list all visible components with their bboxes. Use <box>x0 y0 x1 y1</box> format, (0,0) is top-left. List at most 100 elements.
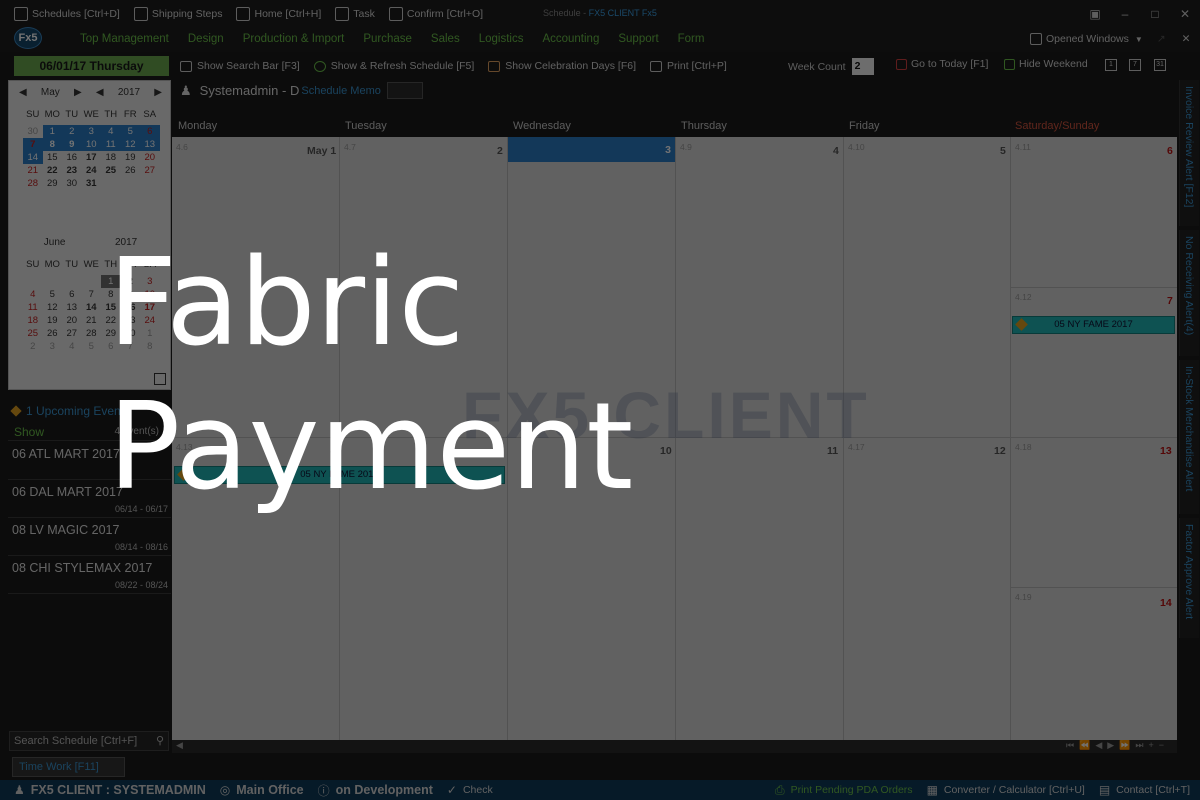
day-cell[interactable]: 13 <box>140 138 160 151</box>
day-cell[interactable]: 6 <box>101 340 121 353</box>
hide-weekend-button[interactable]: Hide Weekend <box>1004 58 1088 70</box>
show-events-link[interactable]: Show <box>14 425 44 439</box>
may-days[interactable]: 30 1 2 3 4 5 6 7 8 9 10 11 12 13 14 15 16 17 18 19 20 21 22… <box>23 125 160 190</box>
close-icon[interactable]: ✕ <box>1182 33 1191 45</box>
print-button[interactable]: Print [Ctrl+P] <box>650 60 727 72</box>
day-cell[interactable]: 20 <box>62 314 82 327</box>
day-cell[interactable]: 4 <box>101 125 121 138</box>
day-cell[interactable]: 19 <box>43 314 63 327</box>
menu-form[interactable]: Form <box>678 33 705 45</box>
menu-top-management[interactable]: Top Management <box>80 33 169 45</box>
refresh-schedule-button[interactable]: Show & Refresh Schedule [F5] <box>313 60 474 72</box>
day-cell[interactable]: 10 <box>81 138 101 151</box>
event-item[interactable]: 08 CHI STYLEMAX 2017 08/22 - 08/24 <box>8 556 171 594</box>
day-cell[interactable]: 18 <box>23 314 43 327</box>
day-cell[interactable]: 30 <box>121 327 141 340</box>
event-item[interactable]: 06 DAL MART 2017 06/14 - 06/17 <box>8 480 171 518</box>
day-cell[interactable]: 8 <box>101 288 121 301</box>
day-cell[interactable]: 23 <box>121 314 141 327</box>
status-dev[interactable]: ⓘ on Development <box>318 782 433 799</box>
expand-icon[interactable] <box>154 373 166 385</box>
day-cell[interactable]: 22 <box>101 314 121 327</box>
schedule-memo-link[interactable]: Schedule Memo <box>301 85 381 97</box>
day-cell[interactable]: 26 <box>121 164 141 177</box>
day-cell[interactable]: 7 <box>121 340 141 353</box>
day-cell[interactable]: 7 <box>82 288 102 301</box>
tab-factor-approve-alert[interactable]: Factor Approve Alert <box>1179 518 1199 638</box>
mini-calendar[interactable]: ◀ May ▶ ◀ 2017 ▶ SU MO TU WE TH FR SA 30 1 2 3 4 5 6… <box>8 80 171 390</box>
day-cell[interactable]: 24 <box>140 314 160 327</box>
opened-windows-dropdown[interactable]: Opened Windows ▼ ↗ ✕ <box>1030 33 1190 45</box>
day-cell[interactable]: 2 <box>23 340 43 353</box>
day-cell[interactable]: 1 <box>101 275 121 288</box>
day-cell[interactable]: 30 <box>23 125 43 138</box>
tab-in-stock-merchandise-alert[interactable]: In-Stock Merchandise Alert <box>1179 360 1199 514</box>
day-cell[interactable]: 6 <box>62 288 82 301</box>
popout-icon[interactable]: ↗ <box>1157 33 1166 45</box>
day-cell[interactable]: 16 <box>121 301 141 314</box>
next-month-icon[interactable]: ▶ <box>74 87 82 98</box>
search-schedule-input[interactable]: Search Schedule [Ctrl+F] ⚲ <box>9 731 169 751</box>
check-button[interactable]: ✓ Check <box>447 783 493 797</box>
day-cell[interactable]: 1 <box>140 327 160 340</box>
day-cell[interactable]: 11 <box>101 138 121 151</box>
time-work-button[interactable]: Time Work [F11] <box>12 757 125 777</box>
event-item[interactable]: 08 LV MAGIC 2017 08/14 - 08/16 <box>8 518 171 556</box>
day-cell[interactable]: 21 <box>23 164 43 177</box>
day-cell[interactable]: 2 <box>121 275 141 288</box>
current-date-banner[interactable]: 06/01/17 Thursday <box>14 56 169 76</box>
calendar-event-bar[interactable]: 05 NY FAME 2017 <box>1012 316 1175 334</box>
record-navigator[interactable]: ⏮⏪◀▶⏩⏭+− <box>1066 740 1169 751</box>
day-cell[interactable]: 4 <box>62 340 82 353</box>
day-cell[interactable]: 21 <box>82 314 102 327</box>
menu-purchase[interactable]: Purchase <box>363 33 412 45</box>
day-cell[interactable]: 15 <box>101 301 121 314</box>
day-cell[interactable]: 16 <box>62 151 82 164</box>
converter-button[interactable]: ▦ Converter / Calculator [Ctrl+U] <box>927 783 1085 797</box>
day-cell[interactable]: 23 <box>62 164 82 177</box>
day-cell[interactable]: 8 <box>42 138 62 151</box>
month-view-icon[interactable]: 31 <box>1154 59 1166 71</box>
day-cell[interactable]: 26 <box>43 327 63 340</box>
celebration-days-button[interactable]: Show Celebration Days [F6] <box>488 60 636 72</box>
search-icon[interactable]: ⚲ <box>156 732 164 750</box>
scroll-left-icon[interactable]: ◀ <box>176 740 183 751</box>
day-cell[interactable]: 10 <box>140 288 160 301</box>
day-cell[interactable]: 25 <box>23 327 43 340</box>
status-office[interactable]: ◎ Main Office <box>220 783 304 797</box>
day-cell[interactable]: 9 <box>121 288 141 301</box>
go-to-today-button[interactable]: Go to Today [F1] <box>896 58 988 70</box>
calendar-event-bar[interactable]: 05 NY FAME 2017 <box>174 466 505 484</box>
day-cell[interactable]: 5 <box>82 340 102 353</box>
menu-accounting[interactable]: Accounting <box>542 33 599 45</box>
day-cell[interactable]: 6 <box>140 125 160 138</box>
day-cell[interactable]: 1 <box>42 125 62 138</box>
day-cell[interactable]: 30 <box>62 177 82 190</box>
selected-day-cell[interactable]: 3 <box>508 137 675 162</box>
day-cell[interactable]: 19 <box>121 151 141 164</box>
day-cell[interactable]: 15 <box>43 151 63 164</box>
day-cell[interactable]: 12 <box>120 138 140 151</box>
day-cell[interactable]: 14 <box>23 151 43 164</box>
menu-design[interactable]: Design <box>188 33 224 45</box>
day-cell[interactable]: 31 <box>82 177 102 190</box>
june-days[interactable]: 123 4 5 6 7 8 9 10 11 12 13 14 15 16 17 18 19 20 21 22 23… <box>23 275 160 353</box>
day-cell[interactable]: 3 <box>43 340 63 353</box>
day-cell[interactable]: 28 <box>82 327 102 340</box>
day-cell[interactable]: 14 <box>82 301 102 314</box>
day-cell[interactable]: 18 <box>101 151 121 164</box>
day-cell[interactable]: 22 <box>43 164 63 177</box>
day-cell[interactable]: 28 <box>23 177 43 190</box>
menu-sales[interactable]: Sales <box>431 33 460 45</box>
prev-year-icon[interactable]: ◀ <box>96 87 104 98</box>
day-cell[interactable]: 9 <box>62 138 82 151</box>
week-count-stepper[interactable]: 2 <box>851 58 874 75</box>
next-year-icon[interactable]: ▶ <box>154 87 162 98</box>
week-view-icon[interactable]: 7 <box>1129 59 1141 71</box>
day-cell[interactable]: 13 <box>62 301 82 314</box>
day-cell[interactable]: 5 <box>120 125 140 138</box>
calendar-scrollbar[interactable]: ◀ ⏮⏪◀▶⏩⏭+− <box>172 740 1177 753</box>
day-view-icon[interactable]: 1 <box>1105 59 1117 71</box>
memo-dropdown[interactable] <box>386 82 423 99</box>
day-cell[interactable]: 3 <box>81 125 101 138</box>
